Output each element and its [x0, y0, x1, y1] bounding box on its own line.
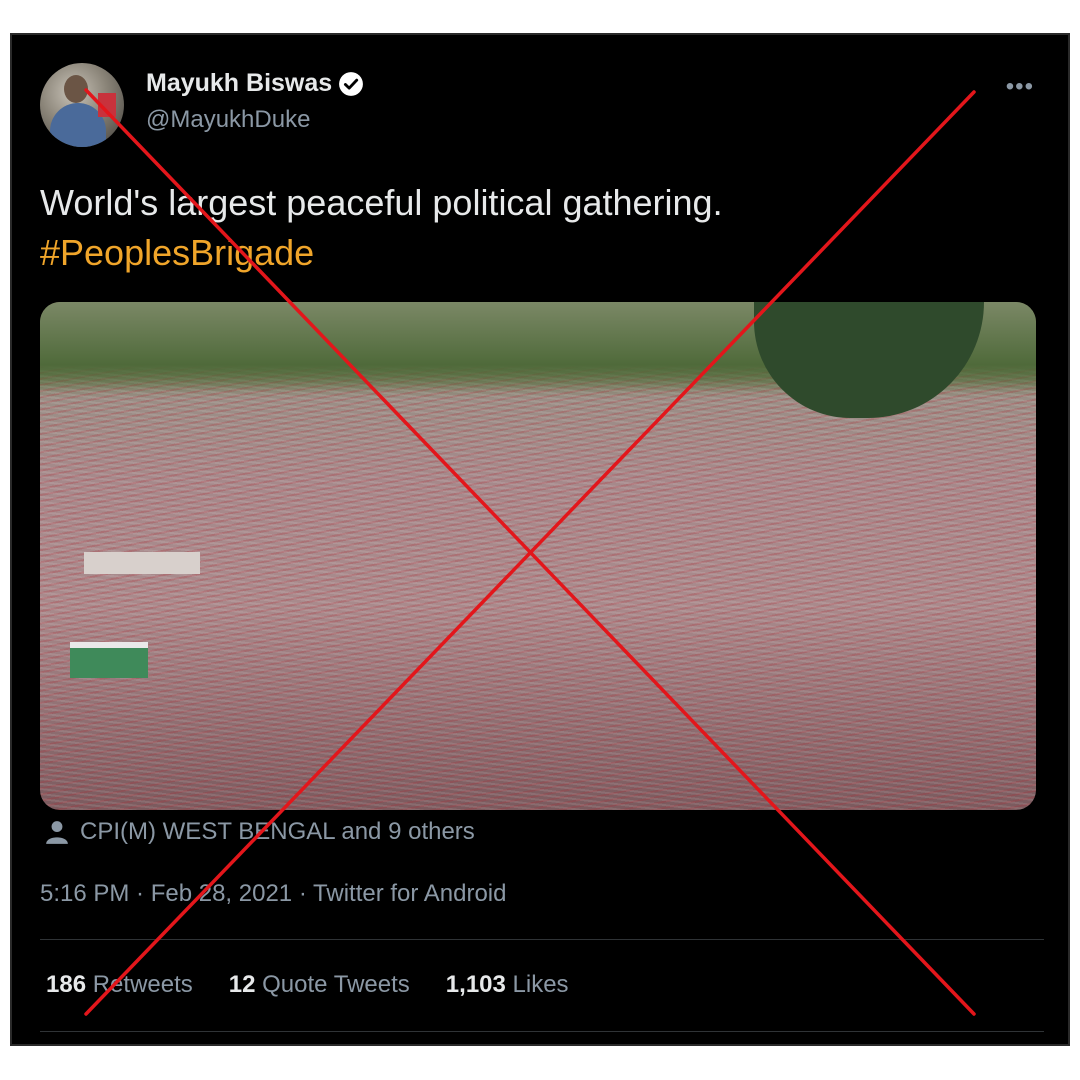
person-icon [46, 821, 68, 844]
likes-stat[interactable]: 1,103 Likes [446, 971, 569, 999]
tagged-users-text: CPI(M) WEST BENGAL and 9 others [80, 818, 475, 845]
divider [40, 939, 1044, 940]
tweet-card: Mayukh Biswas @MayukhDuke ••• World's la… [12, 35, 1068, 1044]
quote-tweets-label: Quote Tweets [262, 971, 410, 998]
retweets-label: Retweets [92, 971, 193, 998]
retweets-stat[interactable]: 186 Retweets [46, 971, 193, 999]
author-display-name[interactable]: Mayukh Biswas [146, 69, 332, 98]
photo-stage [84, 552, 200, 574]
verified-badge-icon [339, 71, 364, 96]
tweet-body-text: World's largest peaceful political gathe… [40, 182, 723, 223]
more-options-icon[interactable]: ••• [1006, 73, 1034, 101]
tweet-photo[interactable] [40, 302, 1036, 810]
avatar-head [64, 75, 88, 103]
avatar-flag [98, 93, 116, 117]
tweet-meta[interactable]: 5:16 PM · Feb 28, 2021 · Twitter for And… [40, 880, 506, 908]
quote-tweets-stat[interactable]: 12 Quote Tweets [229, 971, 410, 999]
retweets-count: 186 [46, 971, 87, 998]
likes-count: 1,103 [445, 971, 506, 998]
likes-label: Likes [512, 971, 569, 998]
tweet-text: World's largest peaceful political gathe… [40, 178, 1000, 278]
photo-tree [754, 302, 984, 418]
tweet-frame: Mayukh Biswas @MayukhDuke ••• World's la… [10, 33, 1070, 1046]
tagged-users[interactable]: CPI(M) WEST BENGAL and 9 others [44, 818, 475, 846]
avatar[interactable] [40, 63, 124, 147]
author-name-row: Mayukh Biswas [146, 69, 364, 98]
author-handle[interactable]: @MayukhDuke [146, 106, 310, 134]
divider-bottom [40, 1031, 1044, 1032]
photo-tent [70, 642, 148, 678]
hashtag-link[interactable]: #PeoplesBrigade [40, 228, 1000, 278]
quote-tweets-count: 12 [228, 971, 256, 998]
tweet-stats: 186 Retweets 12 Quote Tweets 1,103 Likes [46, 971, 569, 999]
